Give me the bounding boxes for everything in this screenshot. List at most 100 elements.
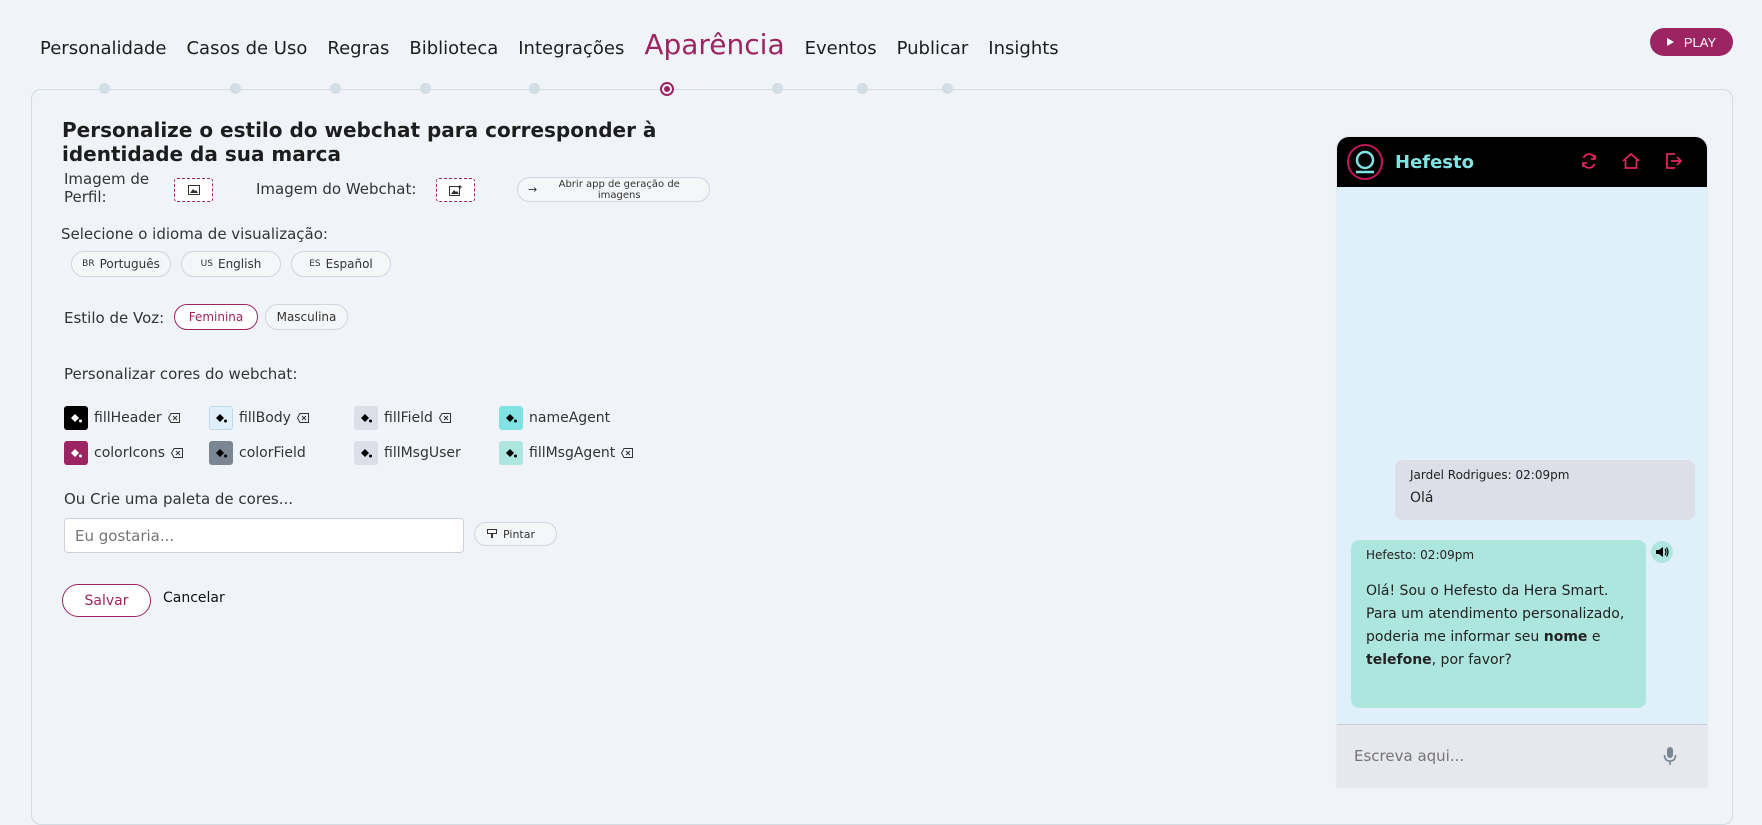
step-dot-3[interactable]	[330, 83, 341, 94]
nav-item-personalidade[interactable]: Personalidade	[40, 38, 166, 59]
swatch-fillbody[interactable]	[209, 406, 233, 430]
webchat-image-button[interactable]	[436, 178, 475, 202]
paint-bucket-icon	[506, 449, 517, 458]
clear-icon[interactable]	[167, 413, 180, 423]
home-icon[interactable]	[1621, 151, 1641, 171]
paint-button[interactable]: Pintar	[474, 522, 557, 546]
nav-item-publicar[interactable]: Publicar	[897, 38, 969, 59]
voice-label: Estilo de Voz:	[64, 309, 165, 327]
color-colorfield-label: colorField	[239, 445, 306, 461]
microphone-icon[interactable]	[1663, 746, 1677, 766]
swatch-nameagent[interactable]	[499, 406, 523, 430]
voice-feminina[interactable]: Feminina	[174, 304, 258, 330]
step-dot-active[interactable]	[660, 82, 674, 96]
arrow-right-icon: →	[528, 183, 538, 196]
color-fillmsguser: fillMsgUser	[354, 441, 461, 465]
clear-icon[interactable]	[171, 448, 184, 458]
agent-text-bold-name: nome	[1543, 629, 1588, 645]
nav-item-eventos[interactable]: Eventos	[805, 38, 877, 59]
step-dot-7[interactable]	[772, 83, 783, 94]
agent-text-bold-phone: telefone	[1366, 652, 1432, 668]
swatch-fillmsgagent[interactable]	[499, 441, 523, 465]
agent-text-part-2: e	[1587, 629, 1601, 645]
color-fillheader-label: fillHeader	[94, 410, 162, 426]
language-espanol[interactable]: ES Español	[291, 251, 391, 277]
color-fillmsgagent-label: fillMsgAgent	[529, 445, 616, 461]
logout-icon[interactable]	[1663, 151, 1683, 171]
clear-icon[interactable]	[438, 413, 451, 423]
open-image-app-label: Abrir app de geração de imagens	[558, 178, 680, 201]
color-coloricons-label: colorIcons	[94, 445, 166, 461]
swatch-fillfield[interactable]	[354, 406, 378, 430]
language-english[interactable]: US English	[181, 251, 281, 277]
chat-header: Hefesto	[1337, 137, 1707, 187]
refresh-icon[interactable]	[1579, 151, 1599, 171]
swatch-colorfield[interactable]	[209, 441, 233, 465]
user-message: Jardel Rodrigues: 02:09pm Olá	[1395, 460, 1695, 520]
clear-icon[interactable]	[296, 413, 309, 423]
profile-image-button[interactable]	[174, 178, 213, 202]
flag-es: ES	[309, 259, 321, 269]
paint-label: Pintar	[503, 527, 535, 541]
webchat-image-label: Imagem do Webchat:	[256, 180, 417, 198]
step-dot-8[interactable]	[857, 83, 868, 94]
open-image-app-button[interactable]: → Abrir app de geração de imagens	[517, 177, 710, 202]
image-icon	[187, 185, 200, 195]
agent-message: Hefesto: 02:09pm Olá! Sou o Hefesto da H…	[1351, 540, 1646, 708]
color-nameagent: nameAgent	[499, 406, 610, 430]
paint-bucket-icon	[361, 449, 372, 458]
agent-name: Hefesto	[1395, 151, 1474, 173]
top-nav: Personalidade Casos de Uso Regras Biblio…	[40, 28, 1059, 61]
step-dot-5[interactable]	[529, 83, 540, 94]
play-label: PLAY	[1683, 34, 1717, 50]
cancel-button[interactable]: Cancelar	[163, 590, 225, 606]
agent-message-text: Olá! Sou o Hefesto da Hera Smart. Para u…	[1366, 580, 1631, 672]
palette-input[interactable]	[64, 518, 464, 553]
voice-masculina[interactable]: Masculina	[265, 304, 348, 330]
color-fillfield-label: fillField	[384, 410, 433, 426]
clear-icon[interactable]	[621, 448, 634, 458]
step-dot-4[interactable]	[420, 83, 431, 94]
nav-item-regras[interactable]: Regras	[327, 38, 389, 59]
user-message-text: Olá	[1410, 490, 1434, 506]
color-fillbody: fillBody	[209, 406, 309, 430]
nav-item-aparencia[interactable]: Aparência	[644, 28, 784, 61]
step-dot-1[interactable]	[99, 83, 110, 94]
paint-bucket-icon	[216, 449, 227, 458]
paint-bucket-icon	[71, 414, 82, 423]
paint-brush-icon	[487, 529, 497, 538]
language-portugues[interactable]: BR Português	[71, 251, 171, 277]
language-english-label: English	[217, 257, 262, 271]
swatch-fillmsguser[interactable]	[354, 441, 378, 465]
speaker-button[interactable]	[1651, 541, 1673, 563]
paint-bucket-icon	[71, 449, 82, 458]
page-title: Personalize o estilo do webchat para cor…	[62, 118, 657, 166]
color-nameagent-label: nameAgent	[529, 410, 611, 426]
color-fillbody-label: fillBody	[239, 410, 291, 426]
paint-bucket-icon	[216, 414, 227, 423]
save-button[interactable]: Salvar	[62, 584, 151, 617]
nav-item-biblioteca[interactable]: Biblioteca	[409, 38, 498, 59]
color-fillfield: fillField	[354, 406, 451, 430]
step-dot-2[interactable]	[230, 83, 241, 94]
speaker-icon	[1656, 547, 1669, 557]
paint-bucket-icon	[361, 414, 372, 423]
chat-header-actions	[1579, 151, 1683, 171]
language-espanol-label: Español	[325, 257, 373, 271]
nav-item-insights[interactable]: Insights	[988, 38, 1058, 59]
play-button[interactable]: PLAY	[1650, 28, 1733, 56]
swatch-coloricons[interactable]	[64, 441, 88, 465]
palette-label: Ou Crie uma paleta de cores...	[64, 490, 294, 508]
color-fillmsguser-label: fillMsgUser	[384, 445, 461, 461]
add-image-icon	[449, 184, 462, 196]
agent-avatar	[1347, 144, 1383, 180]
agent-text-part-3: , por favor?	[1431, 652, 1512, 668]
colors-label: Personalizar cores do webchat:	[64, 365, 298, 383]
swatch-fillheader[interactable]	[64, 406, 88, 430]
color-fillheader: fillHeader	[64, 406, 180, 430]
chat-input[interactable]	[1354, 747, 1654, 765]
step-dot-9[interactable]	[942, 83, 953, 94]
user-message-meta: Jardel Rodrigues: 02:09pm	[1410, 468, 1570, 482]
nav-item-casos-de-uso[interactable]: Casos de Uso	[186, 38, 307, 59]
nav-item-integracoes[interactable]: Integrações	[518, 38, 624, 59]
